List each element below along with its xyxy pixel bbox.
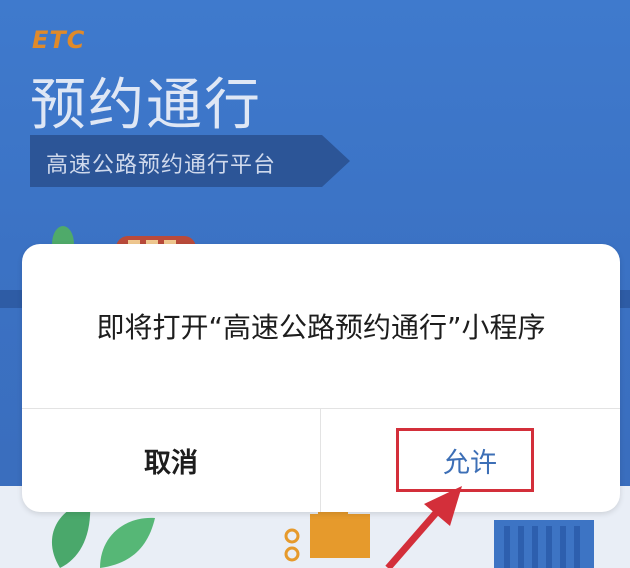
splash-title: 预约通行 [30, 73, 262, 138]
allow-highlight-box [396, 428, 534, 492]
subtitle-banner: 高速公路预约通行平台 [30, 135, 350, 187]
pointer-arrow-icon [385, 486, 462, 568]
etc-logo: ETC [32, 26, 86, 54]
banner-text: 高速公路预约通行平台 [46, 153, 277, 178]
dialog-message: 即将打开“高速公路预约通行”小程序 [96, 311, 546, 344]
cancel-button[interactable]: 取消 [22, 409, 320, 512]
